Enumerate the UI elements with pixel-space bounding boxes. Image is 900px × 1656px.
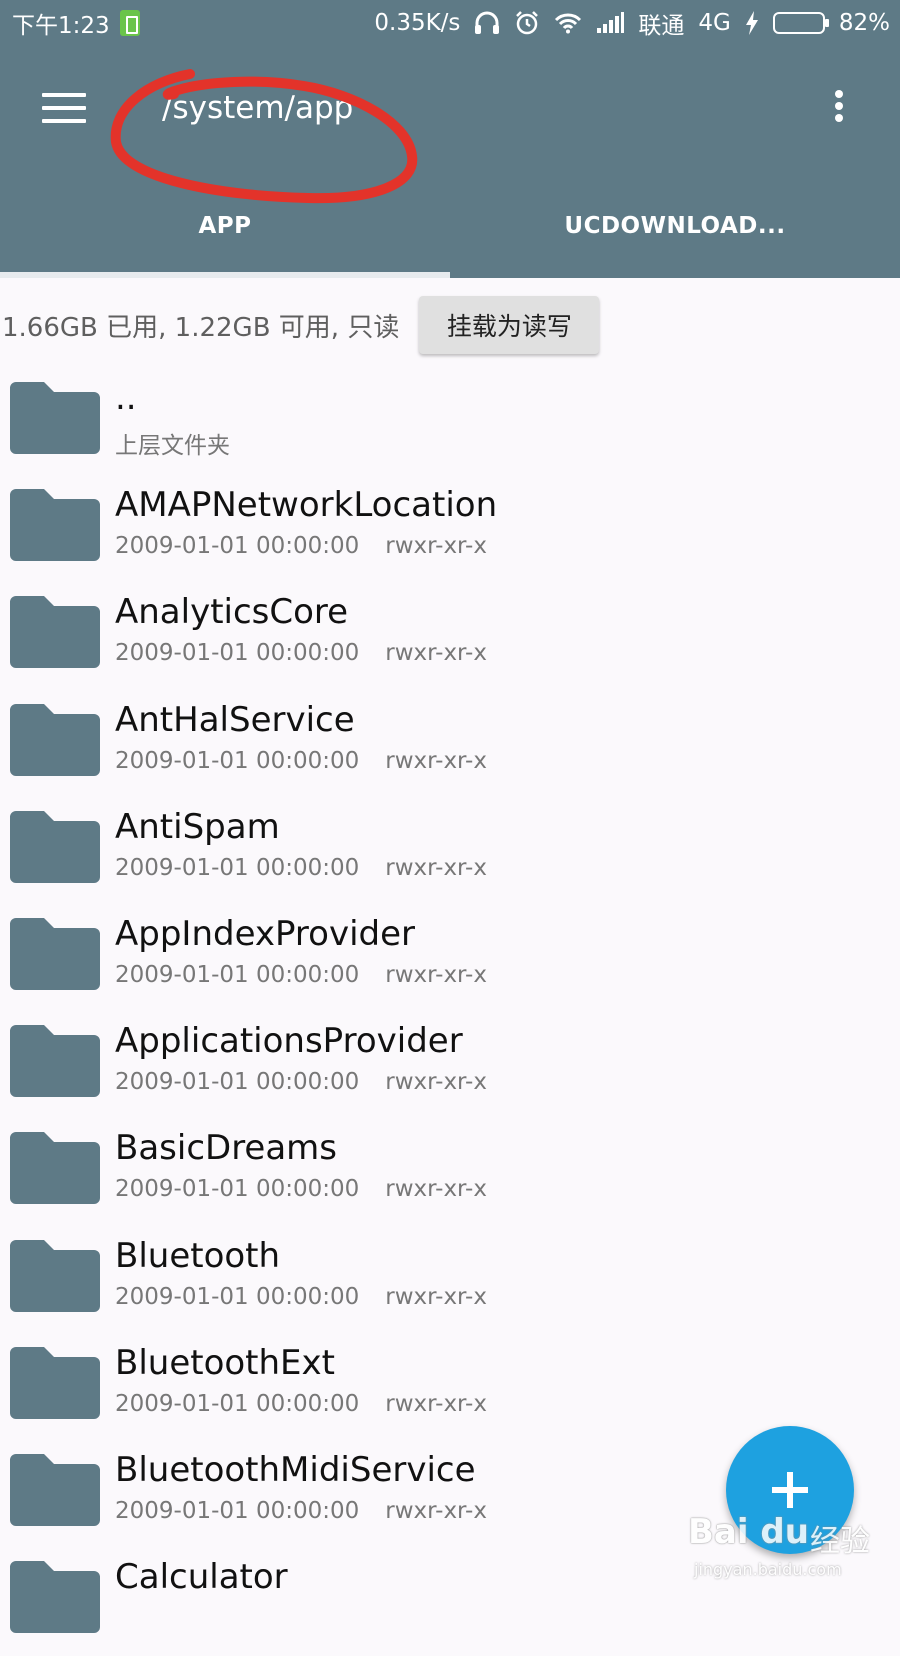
- file-date: 上层文件夹: [115, 433, 230, 459]
- file-meta: 2009-01-01 00:00:00 rwxr-xr-x: [115, 748, 487, 774]
- list-item[interactable]: BasicDreams 2009-01-01 00:00:00 rwxr-xr-x: [0, 1120, 900, 1227]
- status-time: 下午1:23: [12, 13, 110, 39]
- file-date: 2009-01-01 00:00:00: [115, 1069, 360, 1096]
- file-meta: 2009-01-01 00:00:00 rwxr-xr-x: [115, 1176, 487, 1202]
- file-meta: 2009-01-01 00:00:00 rwxr-xr-x: [115, 533, 487, 559]
- folder-icon: [10, 382, 100, 454]
- list-item[interactable]: AppIndexProvider 2009-01-01 00:00:00 rwxr…: [0, 906, 900, 1013]
- file-permissions: rwxr-xr-x: [385, 854, 487, 881]
- list-item[interactable]: Bluetooth 2009-01-01 00:00:00 rwxr-xr-x: [0, 1228, 900, 1335]
- list-item[interactable]: Calculator: [0, 1549, 900, 1656]
- list-item[interactable]: AntiSpam 2009-01-01 00:00:00 rwxr-xr-x: [0, 799, 900, 906]
- list-item[interactable]: AntHalService 2009-01-01 00:00:00 rwxr-xr…: [0, 692, 900, 799]
- file-date: 2009-01-01 00:00:00: [115, 640, 360, 667]
- menu-icon[interactable]: [38, 90, 90, 130]
- file-meta: 2009-01-01 00:00:00 rwxr-xr-x: [115, 1069, 487, 1095]
- battery-saver-icon: [119, 10, 140, 36]
- wifi-icon: [554, 8, 582, 38]
- tab-bar: APP UCDOWNLOAD...: [0, 186, 900, 278]
- list-item[interactable]: AMAPNetworkLocation 2009-01-01 00:00:00 r…: [0, 477, 900, 584]
- app-bar: /system/app APP UCDOWNLOAD...: [0, 46, 900, 278]
- file-permissions: rwxr-xr-x: [385, 1390, 487, 1417]
- battery-percent: 82%: [838, 10, 890, 36]
- file-permissions: rwxr-xr-x: [385, 640, 487, 667]
- file-permissions: rwxr-xr-x: [385, 533, 487, 560]
- file-name: Bluetooth: [115, 1235, 281, 1276]
- file-date: 2009-01-01 00:00:00: [115, 1176, 360, 1203]
- file-date: 2009-01-01 00:00:00: [115, 533, 360, 560]
- file-date: 2009-01-01 00:00:00: [115, 854, 360, 881]
- tab-ucdownload[interactable]: UCDOWNLOAD...: [450, 186, 900, 278]
- file-date: 2009-01-01 00:00:00: [115, 747, 360, 774]
- file-name: BluetoothMidiService: [115, 1449, 476, 1490]
- file-name: AntHalService: [115, 699, 355, 740]
- file-name: AMAPNetworkLocation: [115, 485, 498, 526]
- file-date: 2009-01-01 00:00:00: [115, 1390, 360, 1417]
- folder-icon: [10, 596, 100, 669]
- folder-icon: [10, 810, 100, 883]
- file-permissions: rwxr-xr-x: [385, 961, 487, 988]
- folder-icon: [10, 1561, 100, 1634]
- folder-icon: [10, 703, 100, 776]
- tab-app[interactable]: APP: [0, 186, 450, 278]
- file-permissions: rwxr-xr-x: [385, 1069, 487, 1096]
- network-speed: 0.35K/s: [374, 10, 461, 36]
- file-name: BasicDreams: [115, 1128, 338, 1169]
- status-bar: 下午1:23 0.35K/s 联通 4G 82%: [0, 0, 900, 46]
- current-path: /system/app: [162, 90, 354, 126]
- file-name: ..: [115, 378, 137, 418]
- file-name: AppIndexProvider: [115, 913, 416, 954]
- folder-icon: [10, 1025, 100, 1098]
- file-meta: 2009-01-01 00:00:00 rwxr-xr-x: [115, 1284, 487, 1310]
- list-item[interactable]: ApplicationsProvider 2009-01-01 00:00:00…: [0, 1013, 900, 1120]
- carrier-label: 联通: [638, 13, 685, 39]
- alarm-icon: [514, 8, 540, 38]
- plus-icon: [772, 1472, 808, 1508]
- headphones-icon: [474, 8, 500, 38]
- folder-icon: [10, 1132, 100, 1205]
- charging-icon: [745, 8, 759, 38]
- file-name: ApplicationsProvider: [115, 1021, 463, 1062]
- folder-icon: [10, 1239, 100, 1312]
- file-meta: 2009-01-01 00:00:00 rwxr-xr-x: [115, 640, 487, 666]
- overflow-menu-icon[interactable]: [828, 88, 850, 132]
- file-name: BluetoothExt: [115, 1342, 335, 1383]
- mount-rw-button[interactable]: 挂载为读写: [419, 296, 600, 354]
- file-meta: 2009-01-01 00:00:00 rwxr-xr-x: [115, 1391, 487, 1417]
- file-date: 2009-01-01 00:00:00: [115, 1497, 360, 1524]
- network-type: 4G: [698, 10, 731, 36]
- storage-bar: 1.66GB 已用, 1.22GB 可用, 只读 挂载为读写: [0, 292, 900, 358]
- file-permissions: rwxr-xr-x: [385, 1283, 487, 1310]
- folder-icon: [10, 1346, 100, 1419]
- status-icons: 0.35K/s 联通 4G 82%: [374, 6, 890, 40]
- file-name: AntiSpam: [115, 806, 280, 847]
- file-meta: 2009-01-01 00:00:00 rwxr-xr-x: [115, 1498, 487, 1524]
- file-name: AnalyticsCore: [115, 592, 349, 633]
- list-item[interactable]: AnalyticsCore 2009-01-01 00:00:00 rwxr-xr…: [0, 584, 900, 691]
- folder-icon: [10, 1453, 100, 1526]
- storage-info: 1.66GB 已用, 1.22GB 可用, 只读: [2, 312, 400, 343]
- list-item[interactable]: BluetoothExt 2009-01-01 00:00:00 rwxr-xr-…: [0, 1335, 900, 1442]
- file-date: 2009-01-01 00:00:00: [115, 1283, 360, 1310]
- add-fab-button[interactable]: [726, 1426, 854, 1554]
- file-date: 2009-01-01 00:00:00: [115, 961, 360, 988]
- file-name: Calculator: [115, 1557, 288, 1598]
- battery-icon: [772, 12, 829, 34]
- file-permissions: rwxr-xr-x: [385, 747, 487, 774]
- list-item-parent[interactable]: .. 上层文件夹: [0, 370, 900, 477]
- signal-icon: [596, 8, 625, 38]
- file-permissions: rwxr-xr-x: [385, 1176, 487, 1203]
- folder-icon: [10, 917, 100, 990]
- file-meta: 2009-01-01 00:00:00 rwxr-xr-x: [115, 962, 487, 988]
- file-permissions: rwxr-xr-x: [385, 1497, 487, 1524]
- folder-icon: [10, 489, 100, 562]
- file-meta: 上层文件夹: [115, 426, 256, 460]
- file-meta: 2009-01-01 00:00:00 rwxr-xr-x: [115, 855, 487, 881]
